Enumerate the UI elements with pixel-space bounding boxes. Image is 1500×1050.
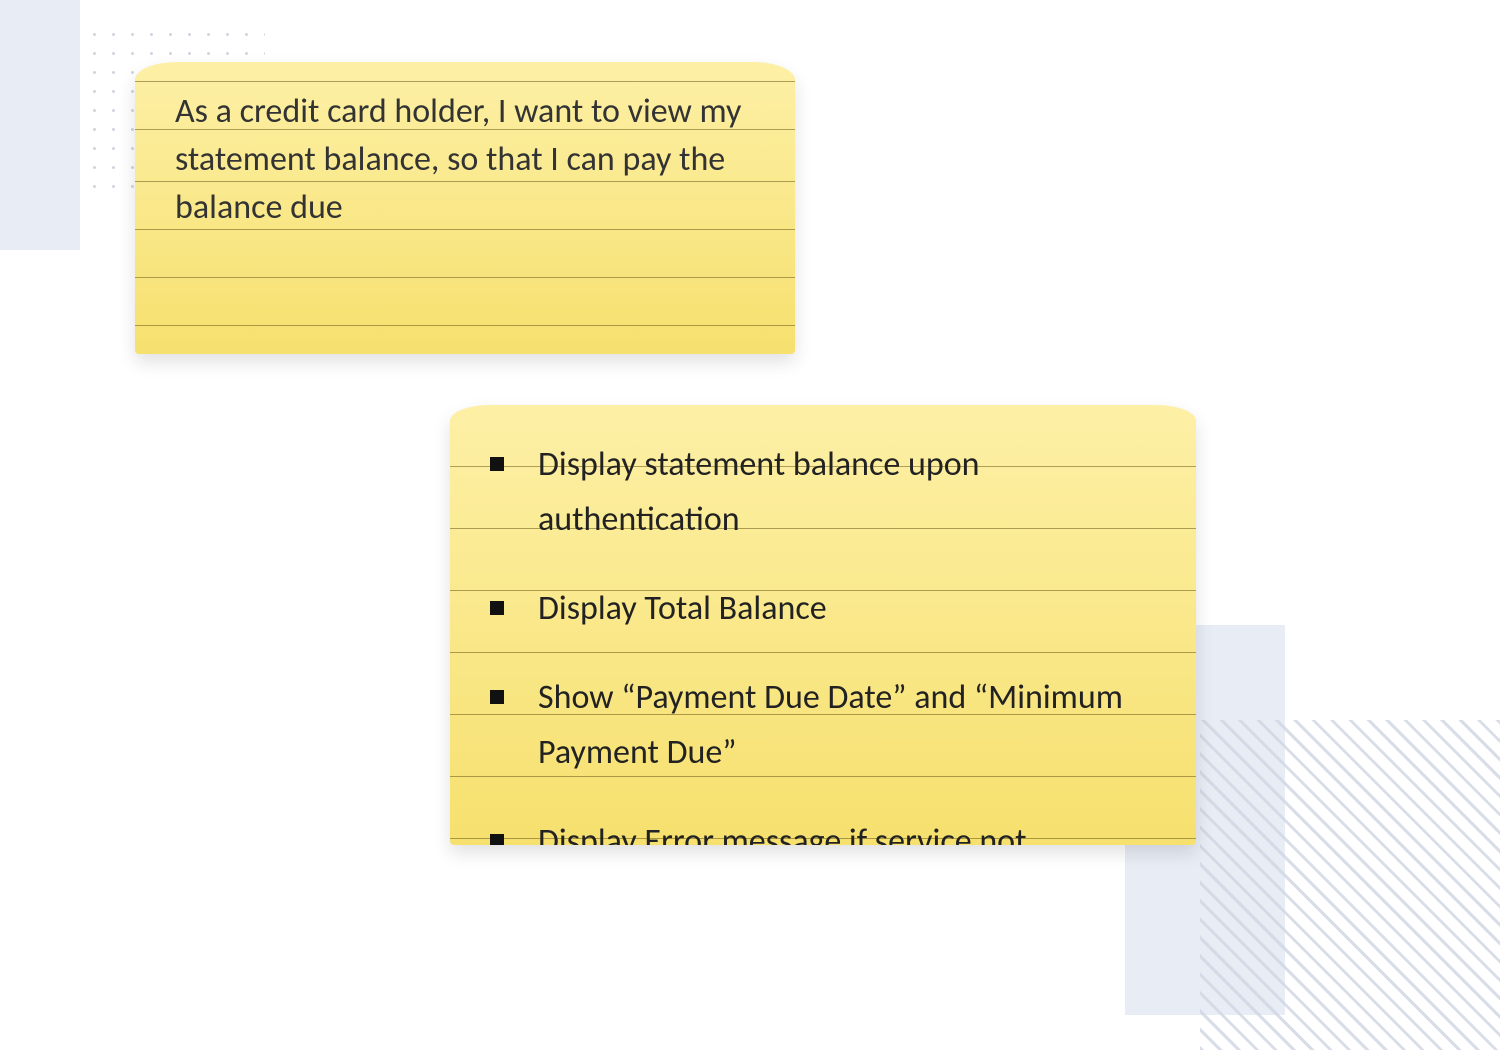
user-story-card: As a credit card holder, I want to view …	[135, 62, 795, 354]
user-story-text: As a credit card holder, I want to view …	[175, 88, 757, 232]
square-bullet-icon	[490, 601, 504, 615]
list-item: Display Total Balance	[482, 573, 1168, 662]
list-item-label: Show “Payment Due Date” and “Minimum Pay…	[538, 670, 1168, 780]
list-item: Display statement balance upon authentic…	[482, 429, 1168, 573]
list-item: Show “Payment Due Date” and “Minimum Pay…	[482, 662, 1168, 806]
decorative-square-top-left	[0, 0, 80, 250]
list-item-label: Display Error message if service not res…	[538, 814, 1168, 845]
square-bullet-icon	[490, 690, 504, 704]
list-item: Display Error message if service not res…	[482, 806, 1168, 845]
acceptance-criteria-list: Display statement balance upon authentic…	[482, 429, 1168, 845]
square-bullet-icon	[490, 457, 504, 471]
acceptance-criteria-card: Display statement balance upon authentic…	[450, 405, 1196, 845]
decorative-hatch-pattern	[1200, 720, 1500, 1050]
list-item-label: Display statement balance upon authentic…	[538, 437, 1168, 547]
list-item-label: Display Total Balance	[538, 581, 1168, 636]
square-bullet-icon	[490, 834, 504, 845]
